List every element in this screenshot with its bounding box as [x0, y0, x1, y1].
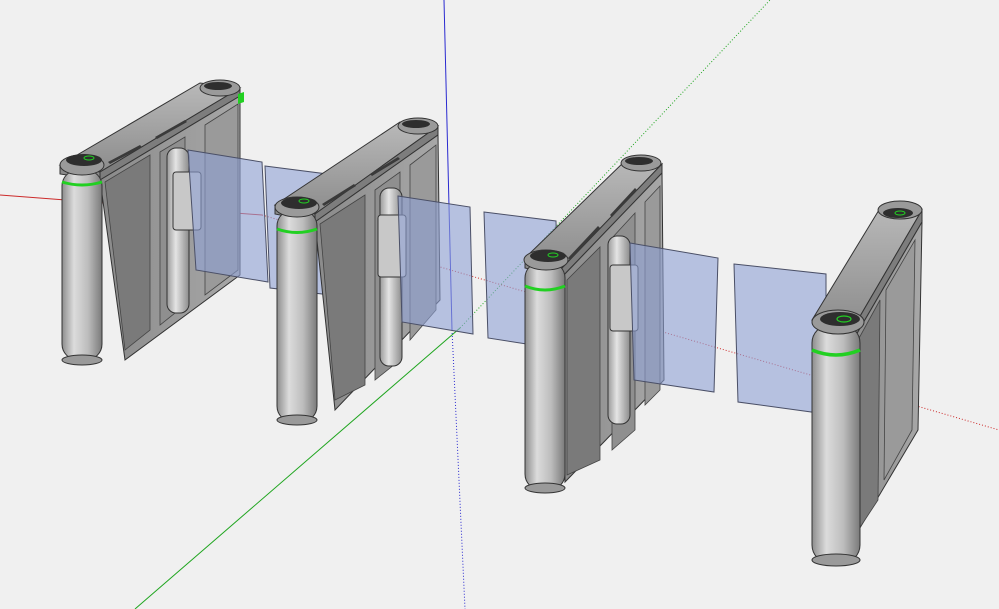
- scene-canvas[interactable]: [0, 0, 999, 609]
- sketchup-3d-viewport[interactable]: [0, 0, 999, 609]
- blue-axis-dotted: [451, 329, 466, 609]
- turnstile-cabinet-4[interactable]: [811, 200, 923, 567]
